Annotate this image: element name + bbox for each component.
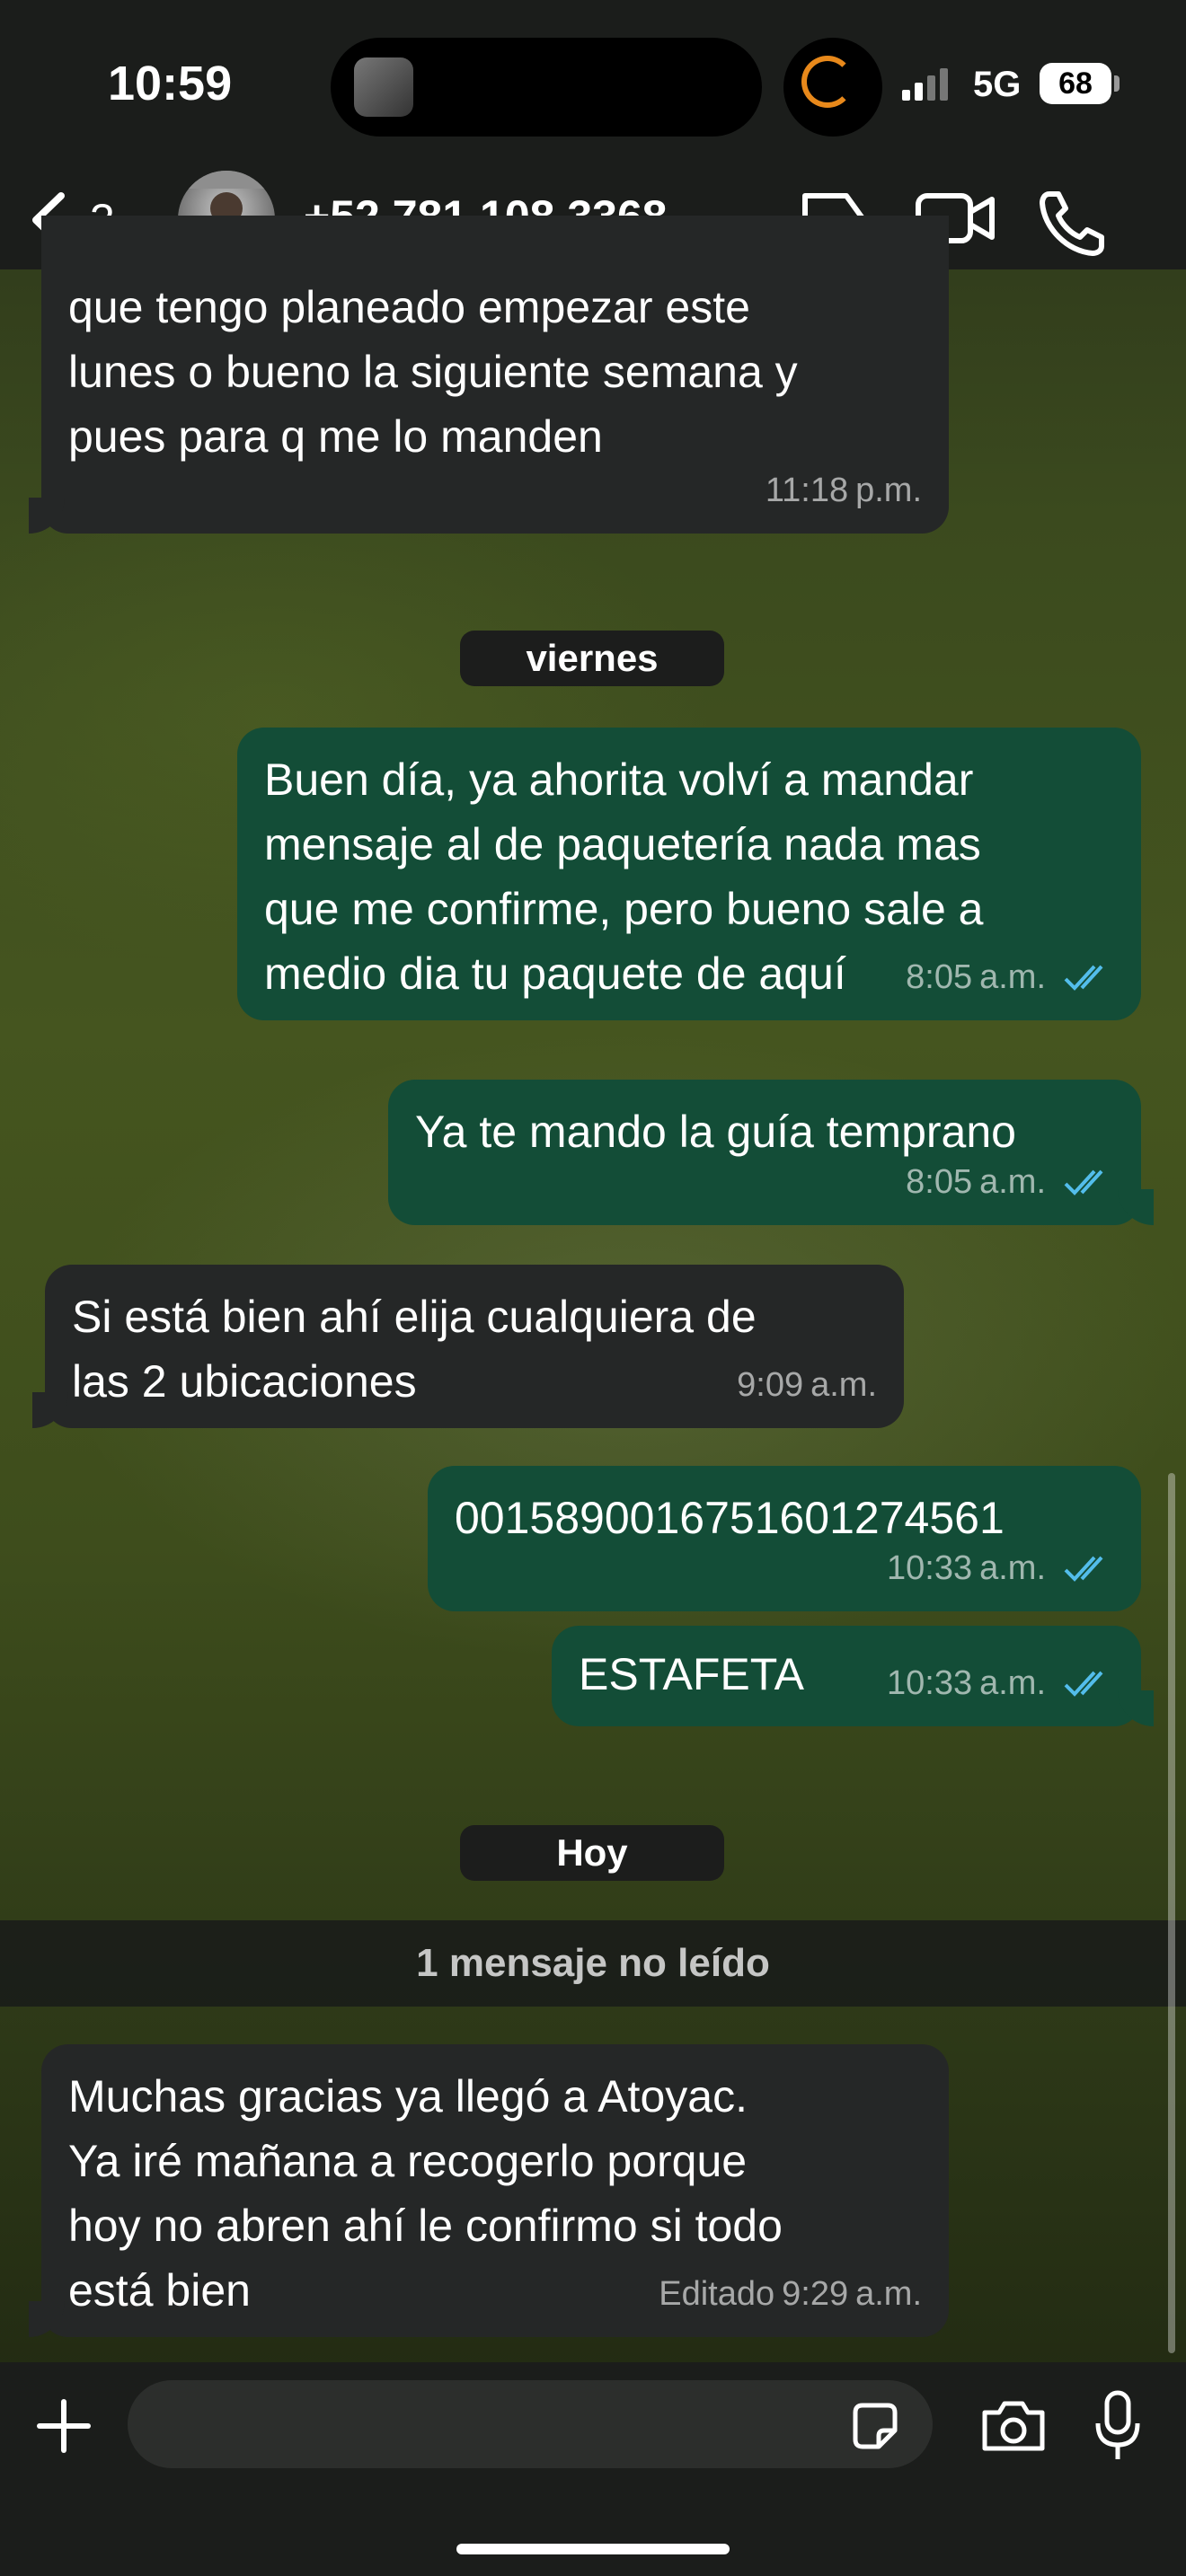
message-meta: 8:05 a.m. [906, 945, 1114, 1010]
message-outgoing[interactable]: Buen día, ya ahorita volví a mandar mens… [237, 728, 1141, 1020]
message-time: 9:29 [782, 2275, 849, 2313]
message-time: 9:09 [737, 1366, 804, 1404]
message-ampm: p.m. [855, 472, 922, 509]
message-ampm: a.m. [855, 2275, 922, 2313]
read-ticks-icon [1064, 1556, 1103, 1582]
read-ticks-icon [1064, 965, 1103, 991]
message-time: 11:18 [765, 472, 849, 509]
message-meta: 10:33 a.m. [887, 1651, 1114, 1716]
message-time: 8:05 [906, 1163, 973, 1201]
timer-ring-icon [801, 56, 854, 108]
message-incoming[interactable]: Muchas gracias ya llegó a Atoyac. Ya iré… [29, 2044, 949, 2337]
message-text: Buen día, ya ahorita volví a mandar [264, 754, 974, 805]
edited-label: Editado [659, 2275, 775, 2313]
message-meta: 10:33 a.m. [887, 1536, 1114, 1601]
message-text: Ya iré mañana a recogerlo porque [68, 2136, 748, 2186]
status-time: 10:59 [108, 57, 233, 110]
message-outgoing[interactable]: Ya te mando la guía temprano 8:05 a.m. [388, 1080, 1154, 1225]
message-ampm: a.m. [979, 1549, 1046, 1587]
scrollbar[interactable] [1168, 1473, 1175, 2353]
battery-icon: 68 [1040, 63, 1111, 104]
dynamic-island [331, 38, 762, 137]
message-time: 8:05 [906, 958, 973, 996]
camera-icon[interactable] [979, 2396, 1048, 2456]
message-text: que tengo planeado empezar este [68, 282, 750, 332]
message-meta: 8:05 a.m. [906, 1150, 1114, 1214]
message-text: mensaje al de paquetería nada mas [264, 819, 981, 869]
message-text: hoy no abren ahí le confirmo si todo [68, 2201, 783, 2251]
message-text: que me confirme, pero bueno sale a [264, 884, 984, 934]
message-ampm: a.m. [979, 1163, 1046, 1201]
message-outgoing[interactable]: 0015890016751601274561 10:33 a.m. [428, 1466, 1141, 1611]
read-ticks-icon [1064, 1169, 1103, 1195]
message-meta: 9:09 a.m. [737, 1353, 877, 1417]
status-bar: 10:59 5G 68 [0, 0, 1186, 171]
message-time: 10:33 [887, 1549, 973, 1587]
activity-indicator [783, 38, 882, 137]
composer-bar [0, 2362, 1186, 2576]
media-thumbnail-icon [354, 57, 413, 117]
signal-icon [902, 68, 948, 101]
network-type: 5G [973, 65, 1022, 104]
message-meta: Editado 9:29 a.m. [659, 2262, 922, 2326]
message-text: Si está bien ahí elija cualquiera de [72, 1292, 757, 1342]
message-text: Muchas gracias ya llegó a Atoyac. [68, 2071, 748, 2122]
message-ampm: a.m. [810, 1366, 877, 1404]
date-chip: Hoy [460, 1825, 724, 1881]
message-text: lunes o bueno la siguiente semana y [68, 347, 798, 397]
read-ticks-icon [1064, 1671, 1103, 1697]
sticker-icon[interactable] [848, 2400, 902, 2454]
message-input[interactable] [128, 2380, 933, 2468]
home-indicator [456, 2544, 730, 2554]
message-ampm: a.m. [979, 958, 1046, 996]
date-chip: viernes [460, 631, 724, 686]
message-incoming[interactable]: Si está bien ahí elija cualquiera de las… [32, 1265, 904, 1428]
message-time: 10:33 [887, 1664, 973, 1702]
message-outgoing[interactable]: ESTAFETA 10:33 a.m. [552, 1626, 1154, 1726]
microphone-icon[interactable] [1091, 2389, 1145, 2465]
message-meta: 11:18 p.m. [766, 458, 922, 523]
unread-messages-banner: 1 mensaje no leído [0, 1920, 1186, 2007]
plus-icon[interactable] [34, 2396, 93, 2456]
message-ampm: a.m. [979, 1664, 1046, 1702]
